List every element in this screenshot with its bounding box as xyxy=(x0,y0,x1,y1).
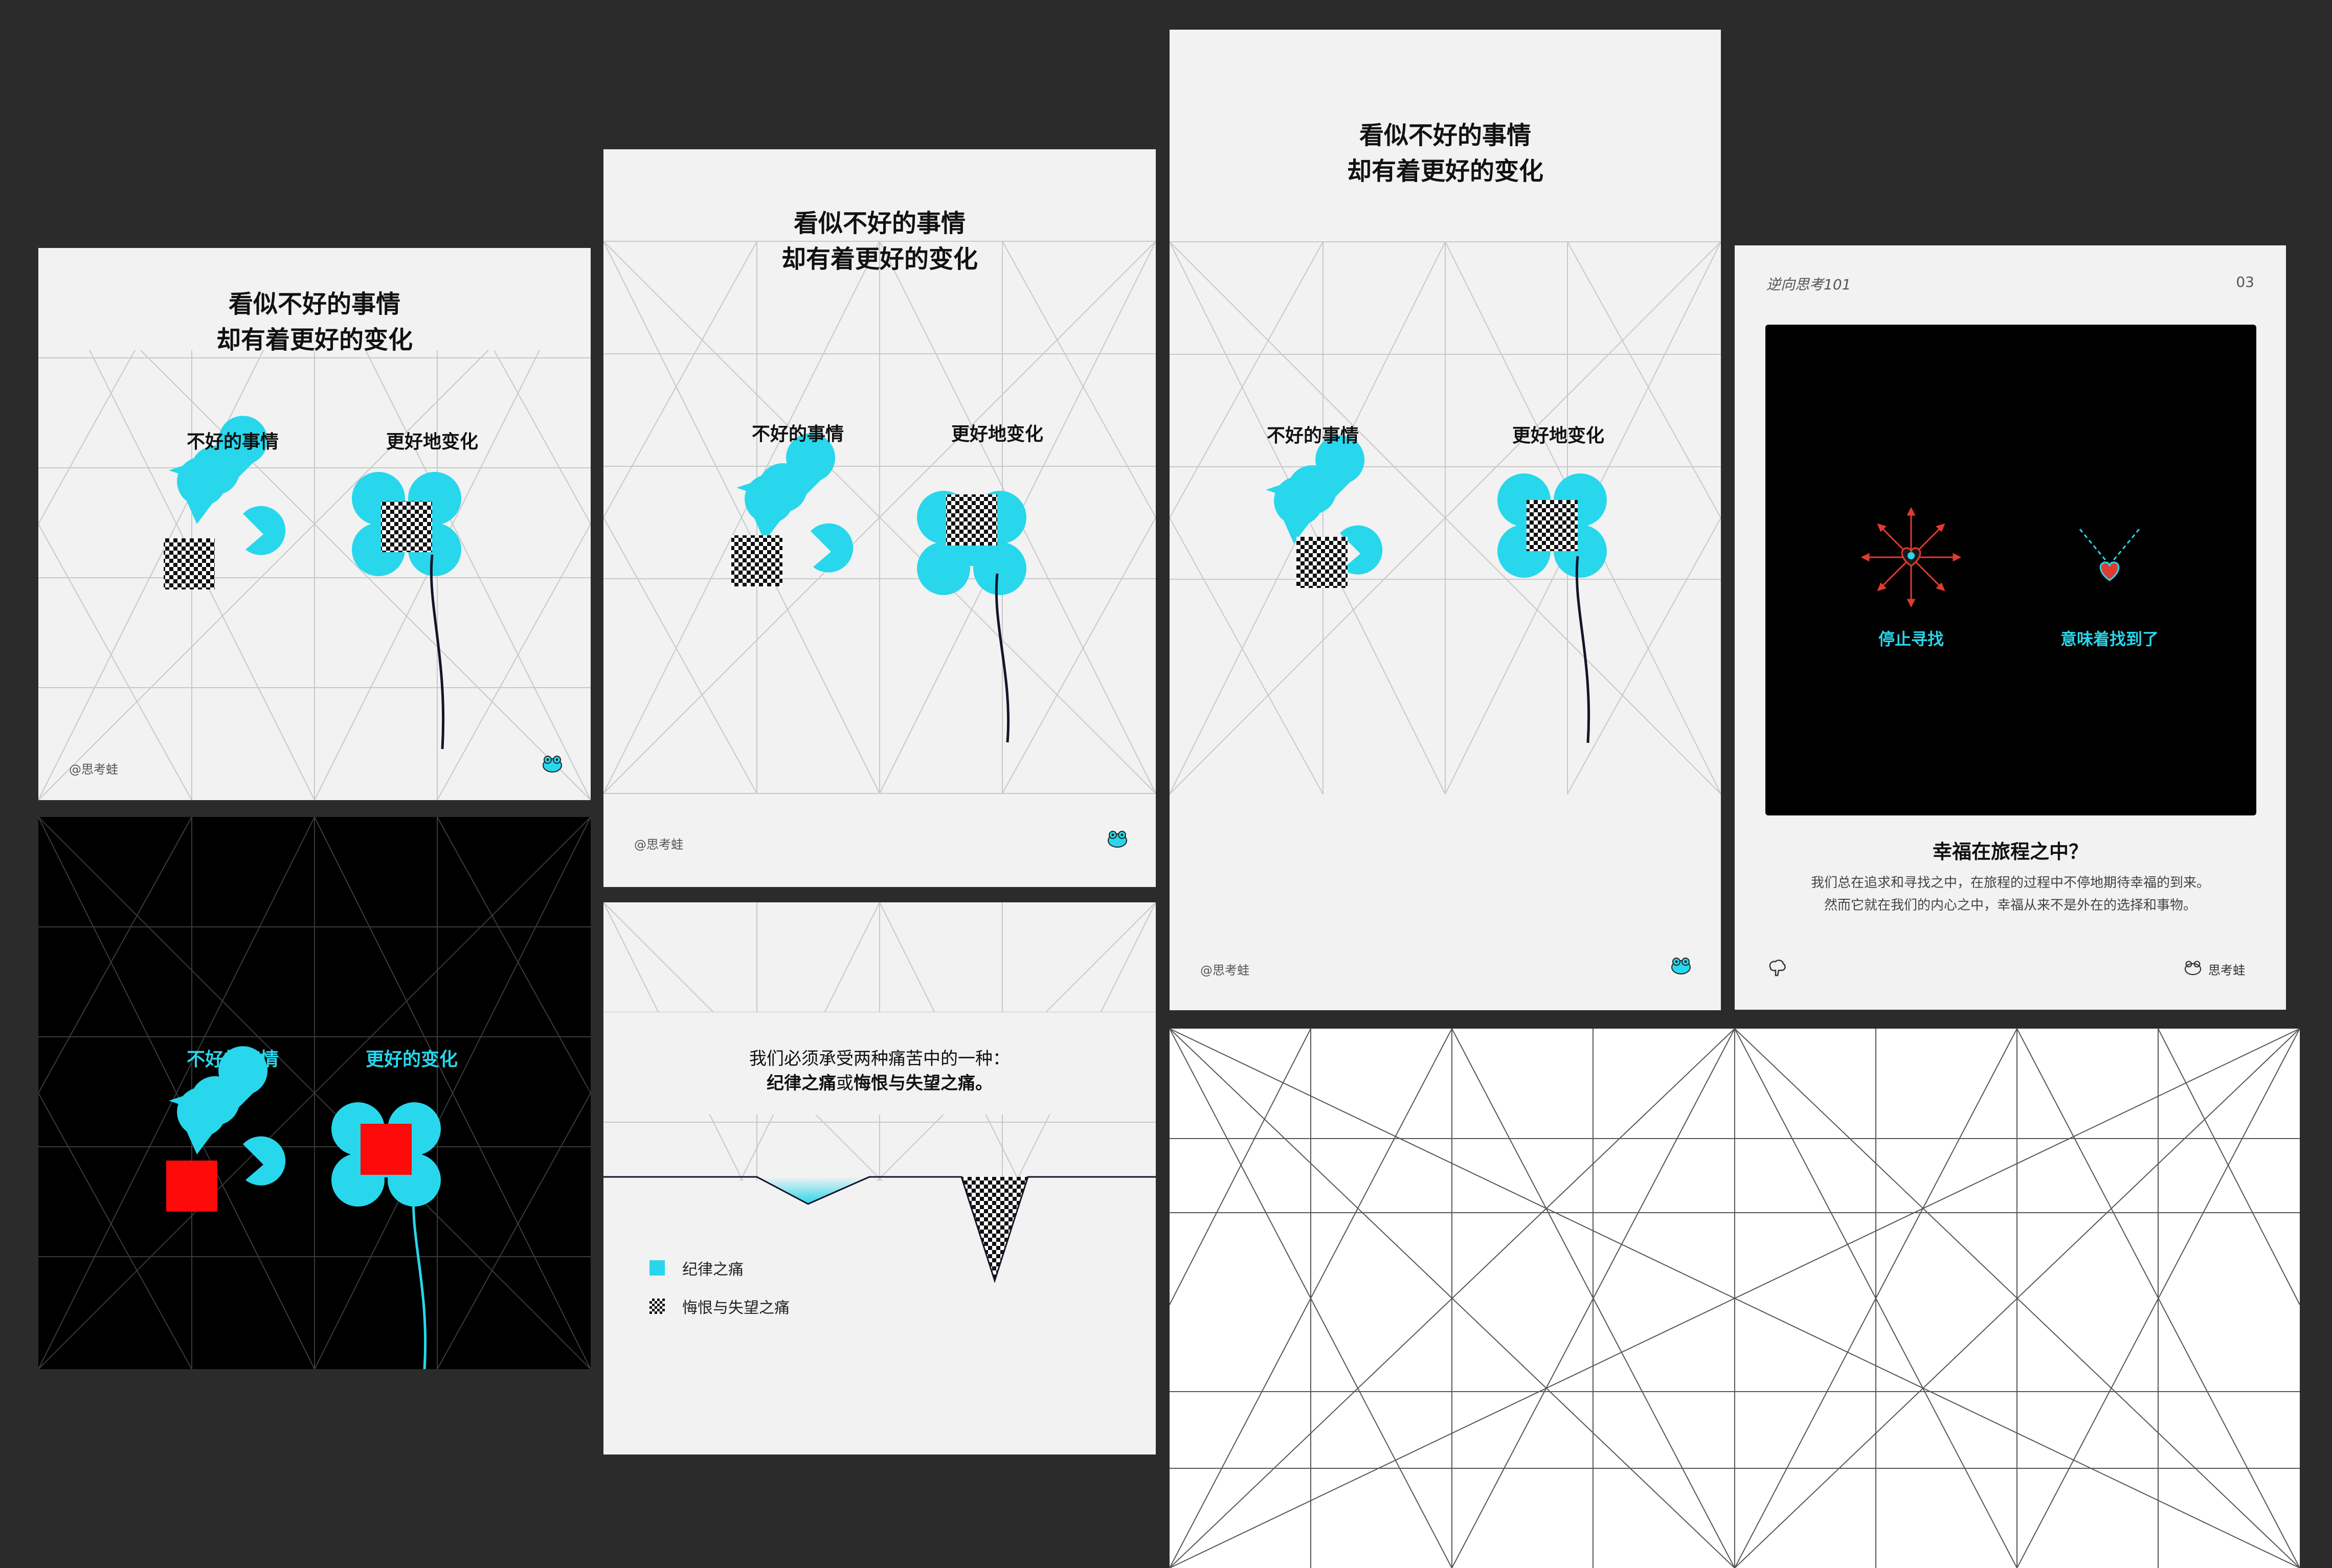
happiness-title: 幸福在旅程之中？ xyxy=(1932,840,2088,863)
pacman-shape xyxy=(177,457,227,524)
legend-item: 悔恨与失望之痛 xyxy=(649,1296,790,1317)
label-better-change: 更好地变化 xyxy=(386,431,478,452)
bad-thing-shapes xyxy=(731,433,854,586)
poster-title-line1: 看似不好的事情 xyxy=(793,209,966,238)
poster-title-line2: 却有着更好的变化 xyxy=(1347,157,1543,186)
label-better-change: 更好的变化 xyxy=(365,1049,458,1070)
label-stop-searching: 停止寻找 xyxy=(1878,629,1944,649)
series-title: 逆向思考101 xyxy=(1766,276,1851,293)
grid-template-card xyxy=(1170,1029,2300,1568)
author-handle: @思考蛙 xyxy=(1200,963,1249,978)
grid-lines xyxy=(1170,241,1721,794)
brain-icon xyxy=(1766,958,1787,978)
label-bad-thing: 不好的事情 xyxy=(186,431,279,452)
grid-template xyxy=(1170,1029,2300,1568)
happiness-card: 逆向思考101 03 停止寻找 意味着找到了 幸福在旅程之中？ 我们总在追求和寻… xyxy=(1735,245,2286,1010)
poster-title-line1: 看似不好的事情 xyxy=(228,290,400,319)
grid-lines xyxy=(38,817,591,1369)
checker-square xyxy=(164,538,215,589)
grid-lines xyxy=(603,241,1156,794)
poster-card-square: 看似不好的事情 却有着更好的变化 不好的事情 更好地变化 @思考蛙 xyxy=(38,248,591,800)
poster-card-portrait: 看似不好的事情 却有着更好的变化 不好的事情 更好地变化 @思考蛙 xyxy=(603,149,1156,887)
pain-or: 或 xyxy=(836,1073,854,1094)
poster-card-dark: 不好的事情 更好的变化 xyxy=(38,817,591,1369)
checker-square xyxy=(381,501,432,552)
label-bad-thing: 不好的事情 xyxy=(186,1049,279,1070)
poster-title-line2: 却有着更好的变化 xyxy=(216,326,413,354)
red-square xyxy=(166,1161,217,1212)
legend-label: 纪律之痛 xyxy=(682,1261,744,1279)
red-square xyxy=(361,1124,412,1175)
frog-icon xyxy=(1107,829,1128,848)
frog-icon xyxy=(1671,956,1691,974)
happiness-body-line2: 然而它就在我们的内心之中，幸福从来不是外在的选择和事物。 xyxy=(1824,898,2196,913)
poster-title-line1: 看似不好的事情 xyxy=(1359,121,1531,150)
cyan-swatch xyxy=(649,1260,665,1276)
illustration-panel: 停止寻找 意味着找到了 xyxy=(1765,325,2256,815)
poster-card-tall: 看似不好的事情 却有着更好的变化 不好的事情 更好地变化 @思考蛙 xyxy=(1170,30,1721,1010)
author-handle: @思考蛙 xyxy=(69,762,118,777)
checker-swatch xyxy=(649,1299,665,1314)
bad-thing-shapes xyxy=(1266,435,1383,588)
pacman-shape xyxy=(243,506,286,555)
pain-line1: 我们必须承受两种痛苦中的一种： xyxy=(749,1049,1010,1069)
label-means-found: 意味着找到了 xyxy=(2060,629,2159,649)
brand-name: 思考蛙 xyxy=(2208,963,2245,978)
pain-diagram xyxy=(603,902,1156,1455)
label-bad-thing: 不好的事情 xyxy=(751,424,844,445)
legend: 纪律之痛 悔恨与失望之痛 xyxy=(649,1258,790,1317)
better-change-shapes xyxy=(352,472,461,749)
happiness-body-line1: 我们总在追求和寻找之中，在旅程的过程中不停地期待幸福的到来。 xyxy=(1810,875,2210,891)
frog-icon xyxy=(2184,959,2202,975)
page-number: 03 xyxy=(2236,274,2254,290)
pain-card: 我们必须承受两种痛苦中的一种： 纪律之痛或悔恨与失望之痛。 纪律之痛 悔恨与失望… xyxy=(603,902,1156,1455)
label-better-change: 更好地变化 xyxy=(951,424,1043,445)
frog-icon xyxy=(542,754,563,772)
poster-title-line2: 却有着更好的变化 xyxy=(781,245,978,274)
legend-item: 纪律之痛 xyxy=(649,1258,790,1279)
found-heart xyxy=(2079,529,2140,581)
better-change-shapes xyxy=(1497,473,1607,743)
better-change-shapes xyxy=(917,491,1026,743)
label-bad-thing: 不好的事情 xyxy=(1266,425,1359,446)
author-handle: @思考蛙 xyxy=(634,837,683,852)
label-better-change: 更好地变化 xyxy=(1512,425,1604,446)
better-change-shapes xyxy=(331,1102,441,1369)
pain-discipline: 纪律之痛 xyxy=(767,1073,836,1094)
dark-poster-artwork xyxy=(38,817,591,1369)
happiness-illustration xyxy=(1860,507,2140,608)
heart-icon xyxy=(2099,561,2120,581)
pain-regret: 悔恨与失望之痛。 xyxy=(854,1073,993,1094)
stem xyxy=(412,1185,427,1369)
legend-label: 悔恨与失望之痛 xyxy=(682,1299,790,1317)
